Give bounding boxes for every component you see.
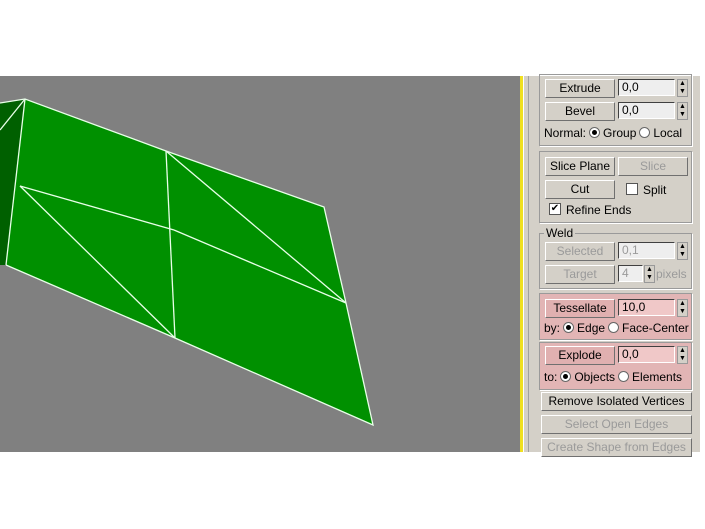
split-checkbox[interactable] (626, 183, 638, 195)
mesh-object (0, 98, 374, 427)
bevel-input[interactable]: 0,0 (618, 102, 675, 119)
weld-group: Weld Selected 0,1 ▲ ▼ Target 4 ▲ ▼ pixels (539, 226, 692, 289)
remove-isolated-vertices-button[interactable]: Remove Isolated Vertices (541, 392, 692, 411)
weld-threshold-input[interactable]: 0,1 (618, 242, 675, 259)
refine-ends-checkbox[interactable]: ✔ (549, 203, 561, 215)
edge-label: Edge (577, 321, 606, 335)
radio-local[interactable] (639, 127, 651, 138)
radio-face-center[interactable] (608, 322, 620, 333)
slice-button[interactable]: Slice (618, 157, 688, 176)
local-label: Local (653, 126, 683, 140)
explode-button[interactable]: Explode (545, 346, 615, 365)
extrude-input[interactable]: 0,0 (618, 79, 675, 96)
tessellate-spinner[interactable]: ▲ ▼ (677, 299, 688, 317)
weld-title: Weld (544, 226, 576, 240)
extrude-bevel-group: Extrude 0,0 ▲ ▼ Bevel 0,0 ▲ ▼ Normal: Group… (539, 74, 692, 146)
pixels-label: pixels (656, 267, 687, 281)
elements-label: Elements (632, 370, 683, 384)
bevel-button[interactable]: Bevel (545, 102, 615, 121)
radio-group[interactable] (589, 127, 601, 138)
radio-objects[interactable] (560, 371, 572, 382)
split-label: Split (643, 183, 667, 197)
weld-threshold-spinner[interactable]: ▲ ▼ (677, 242, 688, 260)
extrude-button[interactable]: Extrude (545, 79, 615, 98)
viewport[interactable] (0, 76, 520, 452)
slice-plane-button[interactable]: Slice Plane (545, 157, 615, 176)
target-pixels-input[interactable]: 4 (618, 265, 643, 282)
explode-group: Explode 0,0 ▲ ▼ to: Objects Elements (539, 342, 692, 390)
target-pixels-spinner[interactable]: ▲ ▼ (644, 265, 655, 283)
cut-button[interactable]: Cut (545, 180, 615, 199)
explode-spinner[interactable]: ▲ ▼ (677, 346, 688, 364)
select-open-edges-button[interactable]: Select Open Edges (541, 415, 692, 434)
explode-angle-input[interactable]: 0,0 (618, 346, 675, 363)
to-label: to: (544, 370, 558, 384)
radio-elements[interactable] (618, 371, 630, 382)
tessellate-button[interactable]: Tessellate (545, 299, 615, 318)
green-face (6, 99, 373, 425)
by-label: by: (544, 321, 561, 335)
objects-label: Objects (574, 370, 616, 384)
normal-label: Normal: (544, 126, 587, 140)
create-shape-from-edges-button[interactable]: Create Shape from Edges (541, 438, 692, 457)
tessellate-group: Tessellate 10,0 ▲ ▼ by: Edge Face-Center (539, 293, 692, 340)
refine-ends-label: Refine Ends (566, 203, 632, 217)
face-center-label: Face-Center (622, 321, 689, 335)
tessellate-tension-input[interactable]: 10,0 (618, 299, 675, 316)
bevel-spinner[interactable]: ▲ ▼ (677, 102, 688, 120)
extrude-spinner[interactable]: ▲ ▼ (677, 79, 688, 97)
weld-selected-button[interactable]: Selected (545, 242, 615, 261)
group-label: Group (603, 126, 637, 140)
slice-group: Slice Plane Slice Cut Split ✔ Refine End… (539, 151, 692, 223)
radio-edge[interactable] (563, 322, 575, 333)
edit-geometry-panel: Extrude 0,0 ▲ ▼ Bevel 0,0 ▲ ▼ Normal: Group… (523, 74, 700, 457)
weld-target-button[interactable]: Target (545, 265, 615, 284)
